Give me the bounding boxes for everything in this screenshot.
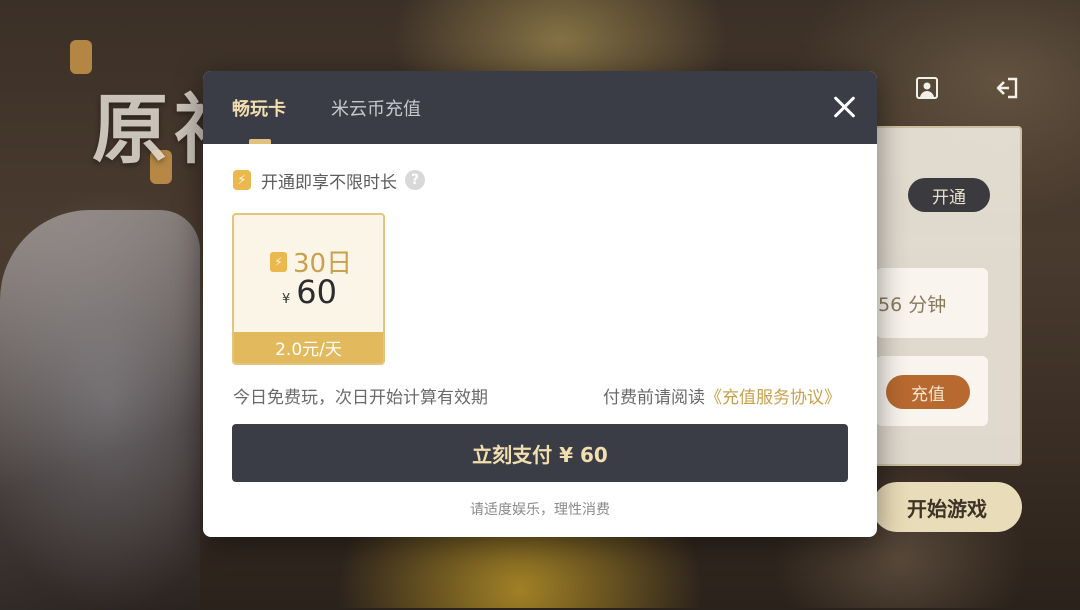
lantern-decoration: [70, 40, 92, 74]
agreement-prefix: 付费前请阅读: [603, 388, 705, 408]
lightning-icon: ⚡: [233, 170, 251, 190]
close-icon[interactable]: [833, 95, 857, 119]
user-icon[interactable]: [913, 74, 941, 102]
moderation-notice: 请适度娱乐，理性消费: [470, 502, 610, 518]
lightning-icon: ⚡: [270, 251, 287, 272]
plan-price-row: ¥ 60: [282, 273, 337, 311]
remaining-time-text: 56 分钟: [878, 294, 947, 316]
recharge-button[interactable]: 充值: [886, 375, 970, 409]
start-game-button[interactable]: 开始游戏: [872, 482, 1022, 532]
validity-note: 今日免费玩，次日开始计算有效期: [233, 388, 488, 408]
agreement-note: 付费前请阅读《充值服务协议》: [603, 383, 841, 408]
help-icon[interactable]: ?: [405, 170, 425, 190]
plan-card-30-days[interactable]: ⚡ 30日 ¥ 60 2.0元/天: [232, 213, 385, 365]
plan-price: 60: [296, 273, 337, 311]
benefit-text: 开通即享不限时长: [261, 172, 397, 193]
character-art: [0, 210, 200, 610]
modal-header: 畅玩卡 米云币充值: [203, 71, 877, 144]
active-tab-indicator: [249, 139, 271, 144]
currency-symbol: ¥: [282, 292, 291, 307]
tab-coin-recharge[interactable]: 米云币充值: [331, 95, 421, 121]
service-agreement-link[interactable]: 《充值服务协议》: [705, 388, 841, 408]
pay-now-button[interactable]: 立刻支付 ¥ 60: [232, 424, 848, 482]
tab-play-card[interactable]: 畅玩卡: [232, 95, 286, 121]
benefit-info-row: ⚡ 开通即享不限时长 ?: [233, 169, 425, 193]
purchase-modal: 畅玩卡 米云币充值 ⚡ 开通即享不限时长 ? ⚡ 30日 ¥ 60 2.0元/天…: [203, 71, 877, 537]
exit-icon[interactable]: [993, 74, 1021, 102]
plan-daily-rate: 2.0元/天: [234, 332, 383, 363]
open-membership-button[interactable]: 开通: [908, 178, 990, 212]
